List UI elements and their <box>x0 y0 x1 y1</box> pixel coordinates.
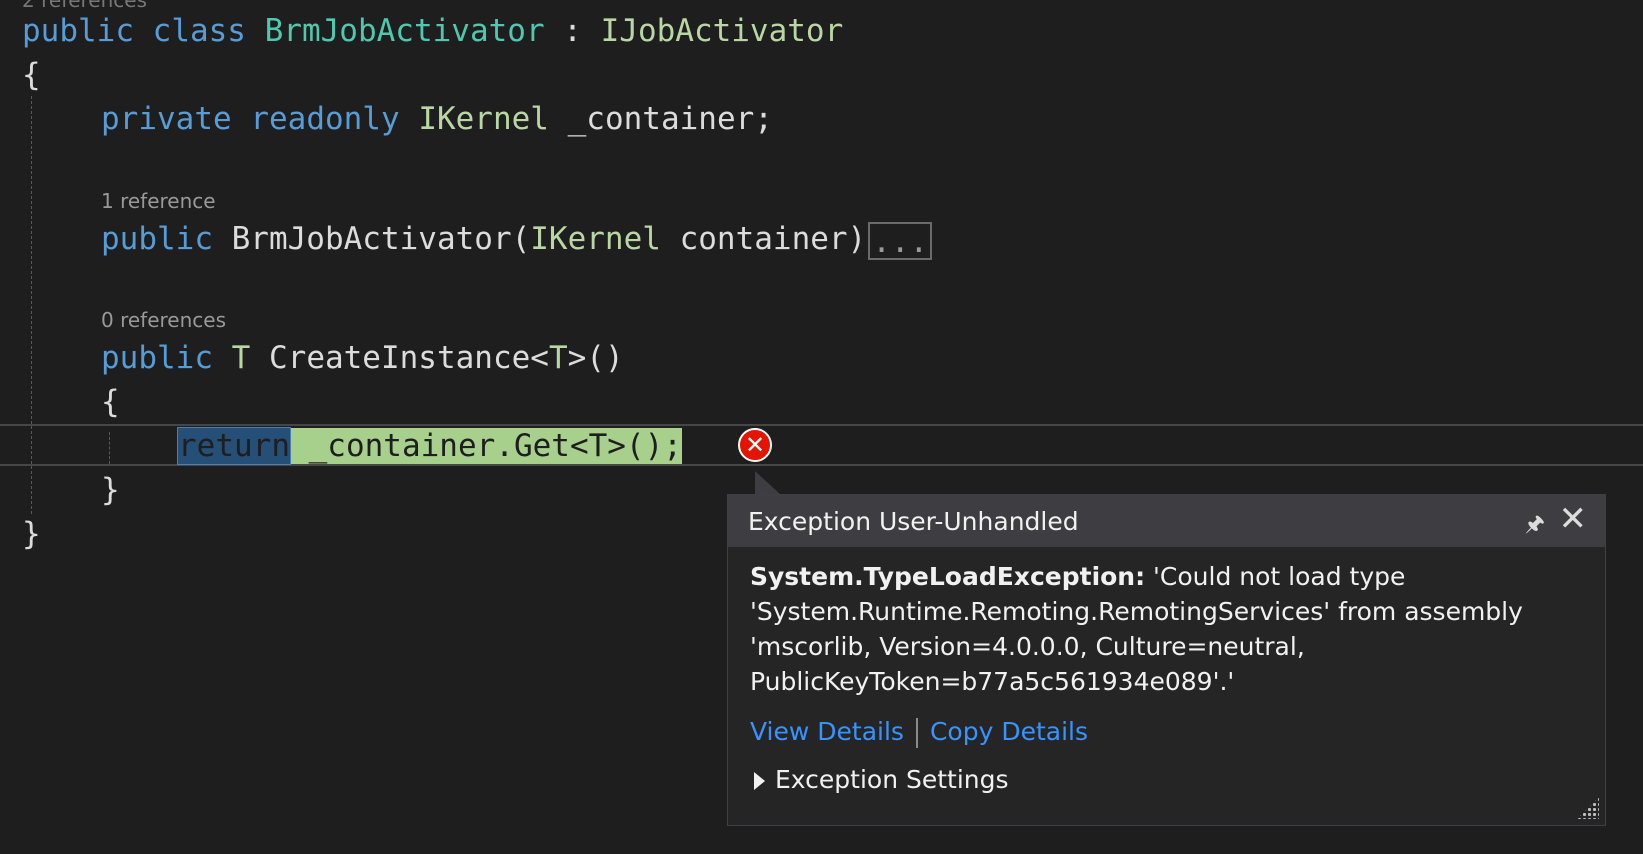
param-type: IKernel <box>530 221 661 257</box>
keyword-readonly: readonly <box>250 101 400 137</box>
colon: : <box>544 13 601 49</box>
code-line-brace-open[interactable]: { <box>22 53 41 97</box>
ctor-name: BrmJobActivator( <box>212 221 531 257</box>
code-line-class-declaration[interactable]: public class BrmJobActivator : IJobActiv… <box>22 9 843 53</box>
keyword-return-selected: return <box>177 427 291 465</box>
code-line-field[interactable]: private readonly IKernel _container; <box>101 97 773 141</box>
exception-type: System.TypeLoadException: <box>750 562 1146 591</box>
codelens-method-references[interactable]: 0 references <box>101 308 226 332</box>
exception-popup: Exception User-Unhandled 🖈︎ ✕ System.Typ… <box>727 494 1606 826</box>
code-line-method[interactable]: public T CreateInstance<T>() <box>101 336 624 380</box>
field-type: IKernel <box>418 101 549 137</box>
current-statement-highlight: _container.Get<T>(); <box>289 428 682 464</box>
type-param: T <box>231 340 251 376</box>
resize-grip-icon[interactable] <box>1577 797 1599 819</box>
type-param: T <box>548 340 568 376</box>
code-line-return[interactable]: return _container.Get<T>(); <box>177 424 682 468</box>
code-line-constructor[interactable]: public BrmJobActivator(IKernel container… <box>101 217 933 261</box>
error-icon[interactable]: ✕ <box>738 428 772 462</box>
field-name: _container; <box>548 101 773 137</box>
exception-settings-expander[interactable]: Exception Settings <box>754 765 1009 794</box>
copy-details-link[interactable]: Copy Details <box>930 717 1088 746</box>
link-separator <box>915 718 918 748</box>
close-icon[interactable]: ✕ <box>1559 499 1588 539</box>
exception-message: System.TypeLoadException: 'Could not loa… <box>750 559 1590 699</box>
view-details-link[interactable]: View Details <box>750 717 904 746</box>
method-parens: >() <box>567 340 624 376</box>
brace-open: { <box>101 384 120 420</box>
popup-title: Exception User-Unhandled <box>748 507 1079 536</box>
brace-open: { <box>22 57 41 93</box>
codelens-ctor-references[interactable]: 1 reference <box>101 189 216 213</box>
popup-pointer <box>755 471 781 495</box>
param-name: container) <box>660 221 867 257</box>
pin-icon[interactable]: 🖈︎ <box>1525 507 1545 545</box>
exception-settings-label: Exception Settings <box>775 765 1009 794</box>
keyword-class: class <box>152 13 246 49</box>
keyword-private: private <box>101 101 232 137</box>
code-line-method-brace-close[interactable]: } <box>101 468 120 512</box>
class-name: BrmJobActivator <box>264 13 545 49</box>
keyword-public: public <box>22 13 134 49</box>
expand-triangle-icon <box>754 772 765 790</box>
method-name: CreateInstance< <box>250 340 549 376</box>
details-links: View Details Copy Details <box>750 717 1088 748</box>
collapsed-region-button[interactable]: ... <box>868 221 933 260</box>
brace-close: } <box>22 516 41 552</box>
keyword-public: public <box>101 340 213 376</box>
code-line-method-brace-open[interactable]: { <box>101 380 120 424</box>
code-line-brace-close[interactable]: } <box>22 512 41 556</box>
popup-header: Exception User-Unhandled 🖈︎ ✕ <box>728 495 1605 547</box>
interface-name: IJobActivator <box>600 13 844 49</box>
brace-close: } <box>101 472 120 508</box>
keyword-public: public <box>101 221 213 257</box>
